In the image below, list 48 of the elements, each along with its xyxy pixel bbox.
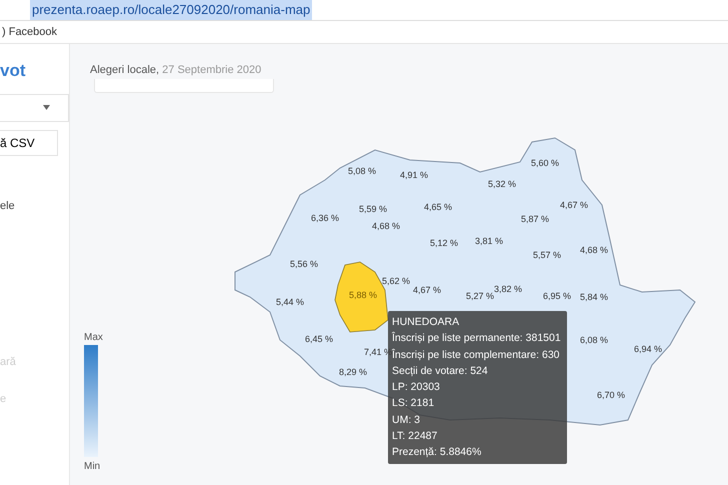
county-value: 6,45 % xyxy=(304,334,334,344)
county-value: 3,81 % xyxy=(474,236,504,246)
tooltip-line: LP: 20303 xyxy=(392,380,441,396)
county-value: 5,57 % xyxy=(532,250,562,260)
county-value: 5,88 % xyxy=(348,290,378,300)
county-value: 4,91 % xyxy=(400,170,428,180)
county-value: 5,08 % xyxy=(348,166,376,176)
county-value: 4,68 % xyxy=(580,245,608,255)
tooltip-line: UM: 3 xyxy=(392,412,422,428)
county-value: 5,60 % xyxy=(530,158,560,168)
legend-min-label: Min xyxy=(84,460,100,474)
county-value: 5,32 % xyxy=(488,179,516,189)
county-value: 4,65 % xyxy=(424,202,452,212)
county-value: 6,36 % xyxy=(310,213,340,223)
sidebar-item[interactable]: ele xyxy=(0,198,69,214)
tooltip-line: LS: 2181 xyxy=(392,396,436,412)
tooltip-line: Secții de votare: 524 xyxy=(392,364,489,379)
county-value: 8,29 % xyxy=(338,367,368,377)
county-value: 6,70 % xyxy=(596,390,626,400)
county-value: 5,56 % xyxy=(290,259,318,269)
county-value: 5,44 % xyxy=(276,297,304,307)
page-heading: Alegeri locale, 27 Septembrie 2020 xyxy=(90,63,262,78)
county-value: 4,67 % xyxy=(412,285,442,295)
tooltip-title: HUNEDOARA xyxy=(392,315,460,330)
bookmark-link[interactable]: ) Facebook xyxy=(2,24,58,40)
tooltip-line: LT: 22487 xyxy=(392,429,438,444)
county-value: 5,84 % xyxy=(580,292,608,302)
county-value: 5,87 % xyxy=(520,214,550,224)
county-value: 5,62 % xyxy=(382,276,410,286)
tooltip-line: Înscriși pe liste permanente: 381501 xyxy=(392,330,561,346)
legend-max-label: Max xyxy=(84,331,103,345)
county-value: 6,08 % xyxy=(580,335,608,345)
select-field[interactable] xyxy=(0,94,69,122)
url-text[interactable]: prezenta.roaep.ro/locale27092020/romania-map xyxy=(30,0,312,20)
caret-icon xyxy=(43,105,50,110)
tooltip-line: Înscriși pe liste complementare: 630 xyxy=(392,348,560,363)
county-value: 4,67 % xyxy=(560,200,588,210)
sidebar-title: vot xyxy=(0,60,26,82)
county-value: 6,95 % xyxy=(542,291,572,301)
county-value: 4,68 % xyxy=(372,221,400,231)
county-value: 6,94 % xyxy=(634,344,662,354)
county-value: 7,41 % xyxy=(364,347,392,357)
tooltip-line: Prezență: 5.8846% xyxy=(392,445,482,460)
county-value: 5,27 % xyxy=(466,291,494,301)
export-csv-button[interactable]: ă CSV xyxy=(0,130,58,156)
county-value: 5,59 % xyxy=(358,204,388,214)
county-value: 5,12 % xyxy=(430,238,458,248)
county-value: 3,82 % xyxy=(494,284,522,294)
